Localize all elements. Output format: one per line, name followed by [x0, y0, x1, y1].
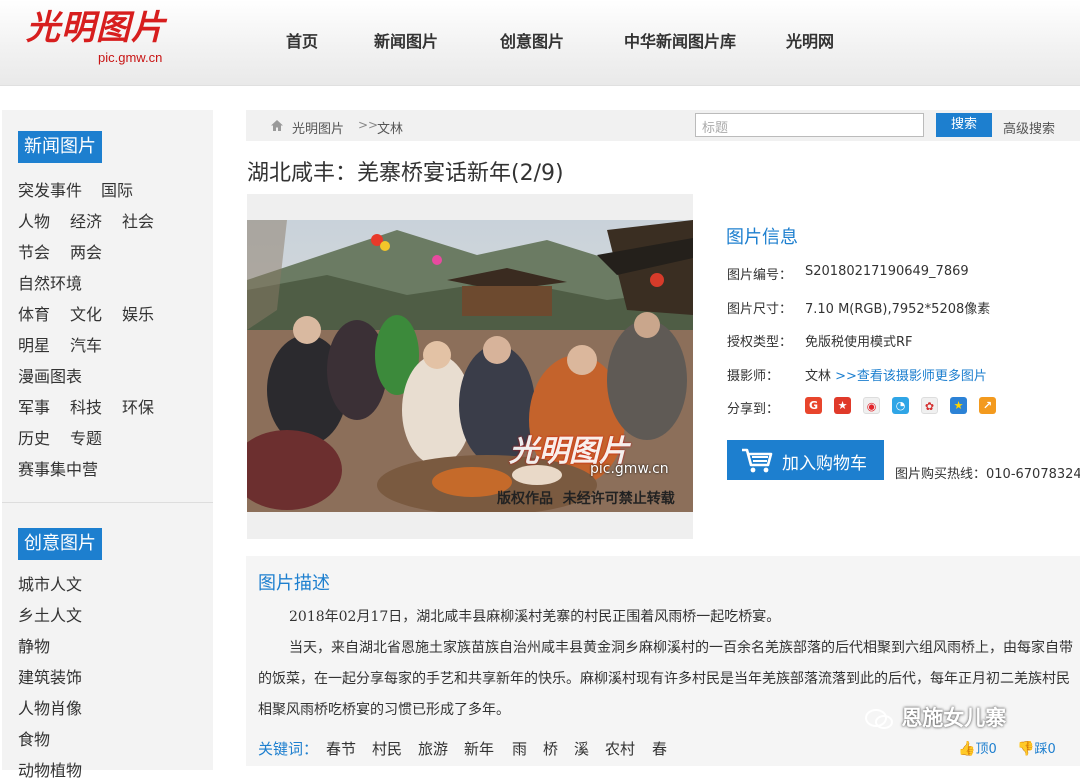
- sidebar-link[interactable]: 静物: [18, 633, 50, 657]
- share-icon-5[interactable]: ✿: [921, 397, 938, 414]
- photo-id-label: 图片编号：: [727, 268, 793, 283]
- sidebar-link[interactable]: 突发事件: [18, 177, 82, 201]
- nav-creative-photos[interactable]: 创意图片: [500, 28, 564, 52]
- site-logo[interactable]: 光明图片 pic.gmw.cn: [26, 8, 176, 70]
- overlay-watermark: 恩施女儿寨: [864, 702, 1006, 732]
- vote-up-button[interactable]: 👍顶0: [958, 738, 997, 757]
- sidebar-link[interactable]: 人物肖像: [18, 695, 82, 719]
- sidebar-link[interactable]: 动物植物: [18, 757, 82, 781]
- sidebar-link[interactable]: 节会: [18, 239, 50, 263]
- vote-down-button[interactable]: 👎踩0: [1017, 738, 1056, 757]
- info-title: 图片信息: [726, 227, 798, 248]
- photo-id-value: S20180217190649_7869: [805, 264, 969, 279]
- breadcrumb-bar: 光明图片 >> 文林 标题 搜索 高级搜索: [246, 110, 1080, 141]
- copyright-notice: 版权作品 未经许可禁止转载: [497, 491, 675, 507]
- description-panel: 图片描述 2018年02月17日，湖北咸丰县麻柳溪村羌寨的村民正围着风雨桥一起吃…: [246, 556, 1080, 766]
- keyword-link[interactable]: 农村: [605, 738, 635, 759]
- page-title: 湖北咸丰：羌寨桥宴话新年(2/9): [247, 161, 564, 186]
- photo-size-value: 7.10 M(RGB),7952*5208像素: [805, 302, 991, 317]
- share-icon-3[interactable]: ◉: [863, 397, 880, 414]
- news-category-title[interactable]: 新闻图片: [18, 131, 102, 163]
- share-icon-6[interactable]: ★: [950, 397, 967, 414]
- logo-url: pic.gmw.cn: [98, 50, 163, 65]
- wechat-icon: [865, 709, 893, 729]
- photo-watermark-url: pic.gmw.cn: [590, 461, 669, 477]
- nav-gmw[interactable]: 光明网: [786, 28, 834, 52]
- search-button[interactable]: 搜索: [936, 113, 992, 137]
- nav-home[interactable]: 首页: [286, 28, 318, 52]
- photo-frame: 光明图片 pic.gmw.cn 版权作品 未经许可禁止转载: [247, 194, 693, 539]
- home-icon[interactable]: [270, 119, 284, 132]
- sidebar-link[interactable]: 环保: [122, 394, 154, 418]
- creative-category-title[interactable]: 创意图片: [18, 528, 102, 560]
- keyword-link[interactable]: 新年: [464, 738, 494, 759]
- sidebar-link[interactable]: 军事: [18, 394, 50, 418]
- sidebar-link[interactable]: 自然环境: [18, 270, 82, 294]
- site-header: 光明图片 pic.gmw.cn 首页 新闻图片 创意图片 中华新闻图片库 光明网: [0, 0, 1080, 86]
- keyword-link[interactable]: 桥: [543, 738, 558, 759]
- description-paragraph-1: 2018年02月17日，湖北咸丰县麻柳溪村羌寨的村民正围着风雨桥一起吃桥宴。: [289, 609, 781, 625]
- cart-icon: [742, 448, 773, 473]
- share-icon-1[interactable]: G: [805, 397, 822, 414]
- photographer-name[interactable]: 文林: [805, 369, 831, 384]
- license-label: 授权类型：: [727, 335, 793, 350]
- share-label: 分享到：: [727, 402, 780, 417]
- breadcrumb-separator: >>: [358, 118, 379, 132]
- breadcrumb-current[interactable]: 文林: [377, 118, 403, 137]
- keyword-link[interactable]: 村民: [372, 738, 402, 759]
- share-icon-2[interactable]: ★: [834, 397, 851, 414]
- sidebar-link[interactable]: 建筑装饰: [18, 664, 82, 688]
- purchase-hotline: 图片购买热线：010-67078324: [895, 467, 1080, 482]
- keywords-label: 关键词：: [258, 740, 319, 758]
- logo-text: 光明图片: [26, 8, 166, 48]
- share-icon-4[interactable]: ◔: [892, 397, 909, 414]
- sidebar-link[interactable]: 赛事集中营: [18, 456, 98, 480]
- sidebar-link[interactable]: 科技: [70, 394, 102, 418]
- sidebar-link[interactable]: 乡土人文: [18, 602, 82, 626]
- thumbs-down-icon: 👎: [1017, 741, 1035, 757]
- advanced-search-link[interactable]: 高级搜索: [1003, 118, 1055, 137]
- photo-size-label: 图片尺寸：: [727, 302, 793, 317]
- sidebar-link[interactable]: 两会: [70, 239, 102, 263]
- sidebar-link[interactable]: 娱乐: [122, 301, 154, 325]
- sidebar-link[interactable]: 国际: [101, 177, 133, 201]
- license-value: 免版税使用模式RF: [805, 335, 913, 350]
- keyword-link[interactable]: 溪: [574, 738, 589, 759]
- sidebar-link[interactable]: 漫画图表: [18, 363, 82, 387]
- vote-down-count: 踩0: [1034, 742, 1056, 757]
- sidebar-link[interactable]: 汽车: [70, 332, 102, 356]
- description-title: 图片描述: [258, 573, 330, 594]
- sidebar-link[interactable]: 经济: [70, 208, 102, 232]
- sidebar-link[interactable]: 社会: [122, 208, 154, 232]
- vote-up-count: 顶0: [975, 742, 997, 757]
- photographer-more-link[interactable]: >>查看该摄影师更多图片: [831, 369, 987, 384]
- keyword-link[interactable]: 春节: [326, 738, 356, 759]
- sidebar-link[interactable]: 历史: [18, 425, 50, 449]
- sidebar-link[interactable]: 城市人文: [18, 571, 82, 595]
- sidebar-link[interactable]: 文化: [70, 301, 102, 325]
- sidebar-link[interactable]: 明星: [18, 332, 50, 356]
- search-input[interactable]: 标题: [695, 113, 924, 137]
- sidebar-link[interactable]: 人物: [18, 208, 50, 232]
- keyword-link[interactable]: 雨: [512, 738, 527, 759]
- left-sidebar: 新闻图片 突发事件 国际 人物 经济 社会 节会 两会 自然环境 体育 文化 娱…: [2, 110, 213, 780]
- sidebar-link[interactable]: 食物: [18, 726, 50, 750]
- sidebar-link[interactable]: 专题: [70, 425, 102, 449]
- add-to-cart-label: 加入购物车: [782, 454, 867, 474]
- photographer-label: 摄影师：: [727, 369, 780, 384]
- sidebar-link[interactable]: 体育: [18, 301, 50, 325]
- nav-china-photo-library[interactable]: 中华新闻图片库: [624, 28, 736, 52]
- add-to-cart-button[interactable]: 加入购物车: [727, 440, 884, 480]
- thumbs-up-icon: 👍: [958, 741, 976, 757]
- nav-news-photos[interactable]: 新闻图片: [374, 28, 438, 52]
- watermark-text: 恩施女儿寨: [901, 706, 1007, 730]
- keyword-link[interactable]: 春: [652, 738, 667, 759]
- photographer-value: 文林 >>查看该摄影师更多图片: [805, 365, 987, 384]
- keyword-link[interactable]: 旅游: [418, 738, 448, 759]
- share-icon-7[interactable]: ↗: [979, 397, 996, 414]
- breadcrumb-home[interactable]: 光明图片: [292, 118, 344, 137]
- sidebar-divider: [2, 502, 213, 503]
